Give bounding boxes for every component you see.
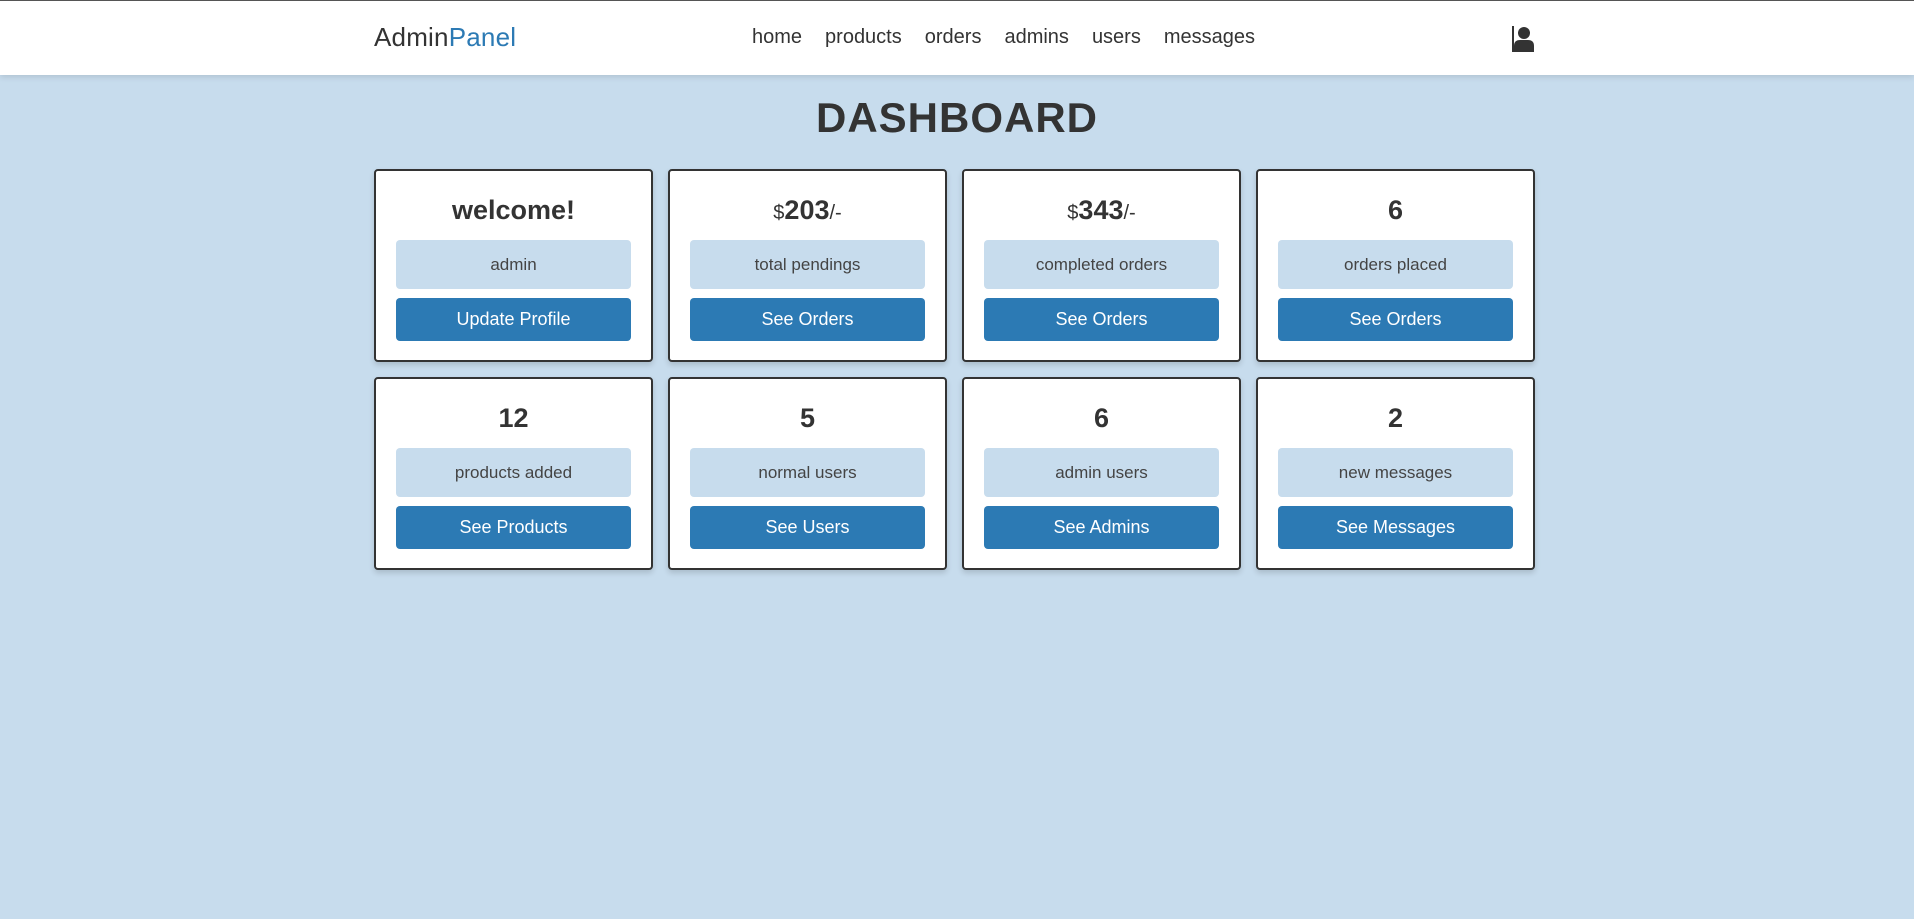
user-icon-graphic [1512, 26, 1534, 52]
card-value: 12 [396, 401, 631, 435]
see-orders-button[interactable]: See Orders [984, 298, 1219, 341]
card-value-number: 343 [1078, 195, 1124, 225]
main-nav: home products orders admins users messag… [752, 26, 1255, 49]
card-value: 6 [1278, 193, 1513, 227]
card-value: welcome! [396, 193, 631, 227]
logo-accent: Panel [448, 22, 517, 52]
card-label: new messages [1278, 448, 1513, 497]
card-value-number: 5 [799, 403, 816, 433]
nav-admins[interactable]: admins [1004, 26, 1068, 49]
card-value: 2 [1278, 401, 1513, 435]
nav-users[interactable]: users [1092, 26, 1141, 49]
card-products-added: 12 products added See Products [374, 377, 653, 570]
logo-main: Admin [374, 22, 449, 52]
see-orders-button[interactable]: See Orders [1278, 298, 1513, 341]
card-label: products added [396, 448, 631, 497]
logo[interactable]: AdminPanel [374, 22, 516, 53]
card-value: $203/- [690, 193, 925, 227]
nav-home[interactable]: home [752, 26, 802, 49]
card-label: orders placed [1278, 240, 1513, 289]
card-orders-placed: 6 orders placed See Orders [1256, 169, 1535, 362]
see-users-button[interactable]: See Users [690, 506, 925, 549]
card-label: total pendings [690, 240, 925, 289]
card-value-number: 203 [784, 195, 830, 225]
user-icon[interactable] [1512, 26, 1534, 52]
card-value-prefix: $ [773, 202, 785, 224]
see-messages-button[interactable]: See Messages [1278, 506, 1513, 549]
see-orders-button[interactable]: See Orders [690, 298, 925, 341]
card-value-number: 6 [1387, 195, 1404, 225]
card-value: 5 [690, 401, 925, 435]
dashboard-grid: welcome! admin Update Profile $203/- tot… [374, 169, 1535, 570]
card-value-suffix: /- [829, 202, 842, 224]
card-label: admin users [984, 448, 1219, 497]
card-value-number: 6 [1093, 403, 1110, 433]
update-profile-button[interactable]: Update Profile [396, 298, 631, 341]
card-label: admin [396, 240, 631, 289]
page-title: DASHBOARD [816, 94, 1098, 141]
card-new-messages: 2 new messages See Messages [1256, 377, 1535, 570]
card-value-prefix: $ [1067, 202, 1079, 224]
card-total-pendings: $203/- total pendings See Orders [668, 169, 947, 362]
header: AdminPanel home products orders admins u… [0, 0, 1914, 75]
card-welcome: welcome! admin Update Profile [374, 169, 653, 362]
card-value-number: 2 [1387, 403, 1404, 433]
see-products-button[interactable]: See Products [396, 506, 631, 549]
nav-orders[interactable]: orders [925, 26, 982, 49]
see-admins-button[interactable]: See Admins [984, 506, 1219, 549]
card-admin-users: 6 admin users See Admins [962, 377, 1241, 570]
card-value: $343/- [984, 193, 1219, 227]
card-value: 6 [984, 401, 1219, 435]
card-label: normal users [690, 448, 925, 497]
card-value-number: welcome! [451, 195, 576, 225]
nav-products[interactable]: products [825, 26, 902, 49]
card-label: completed orders [984, 240, 1219, 289]
card-normal-users: 5 normal users See Users [668, 377, 947, 570]
card-value-suffix: /- [1123, 202, 1136, 224]
card-value-number: 12 [498, 403, 529, 433]
nav-messages[interactable]: messages [1164, 26, 1255, 49]
card-completed-orders: $343/- completed orders See Orders [962, 169, 1241, 362]
